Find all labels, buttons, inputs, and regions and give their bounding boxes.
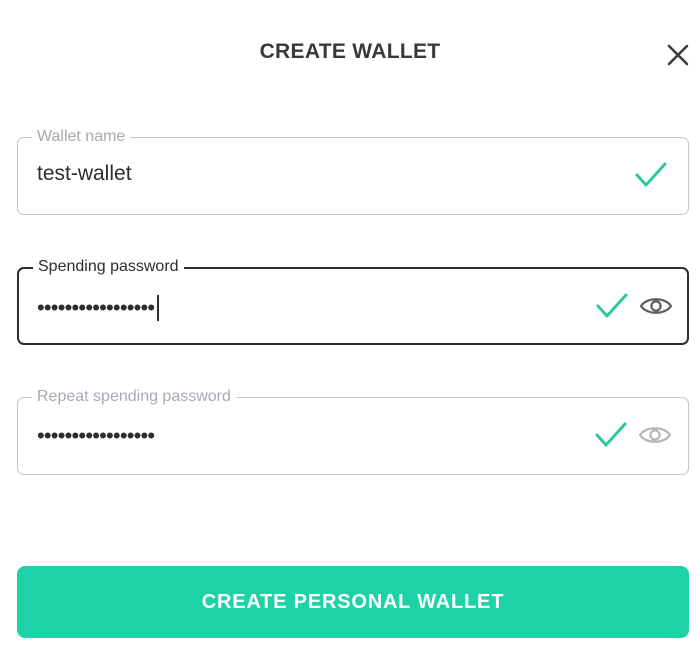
create-personal-wallet-button[interactable]: CREATE PERSONAL WALLET — [17, 566, 689, 638]
close-button[interactable] — [664, 41, 692, 69]
spending-password-label: Spending password — [33, 258, 184, 276]
eye-icon[interactable] — [639, 294, 673, 318]
wallet-name-field[interactable]: Wallet name test-wallet — [17, 128, 689, 215]
text-caret — [157, 295, 160, 321]
checkmark-icon — [596, 293, 628, 318]
eye-icon[interactable] — [638, 423, 672, 447]
repeat-password-input[interactable]: ••••••••••••••••• — [37, 425, 155, 447]
create-wallet-dialog: CREATE WALLET Wallet name test-wallet Sp… — [0, 0, 700, 656]
wallet-name-input[interactable]: test-wallet — [37, 162, 132, 186]
spending-password-input[interactable]: ••••••••••••••••• — [37, 295, 160, 321]
repeat-password-field[interactable]: Repeat spending password •••••••••••••••… — [17, 388, 689, 475]
checkmark-icon — [595, 422, 627, 447]
spending-password-dots: ••••••••••••••••• — [37, 295, 155, 320]
close-icon[interactable] — [664, 41, 692, 69]
wallet-name-label: Wallet name — [32, 128, 131, 146]
repeat-password-label: Repeat spending password — [32, 388, 236, 406]
spending-password-field[interactable]: Spending password ••••••••••••••••• — [17, 258, 689, 345]
checkmark-icon — [635, 162, 667, 187]
dialog-title: CREATE WALLET — [259, 40, 441, 63]
